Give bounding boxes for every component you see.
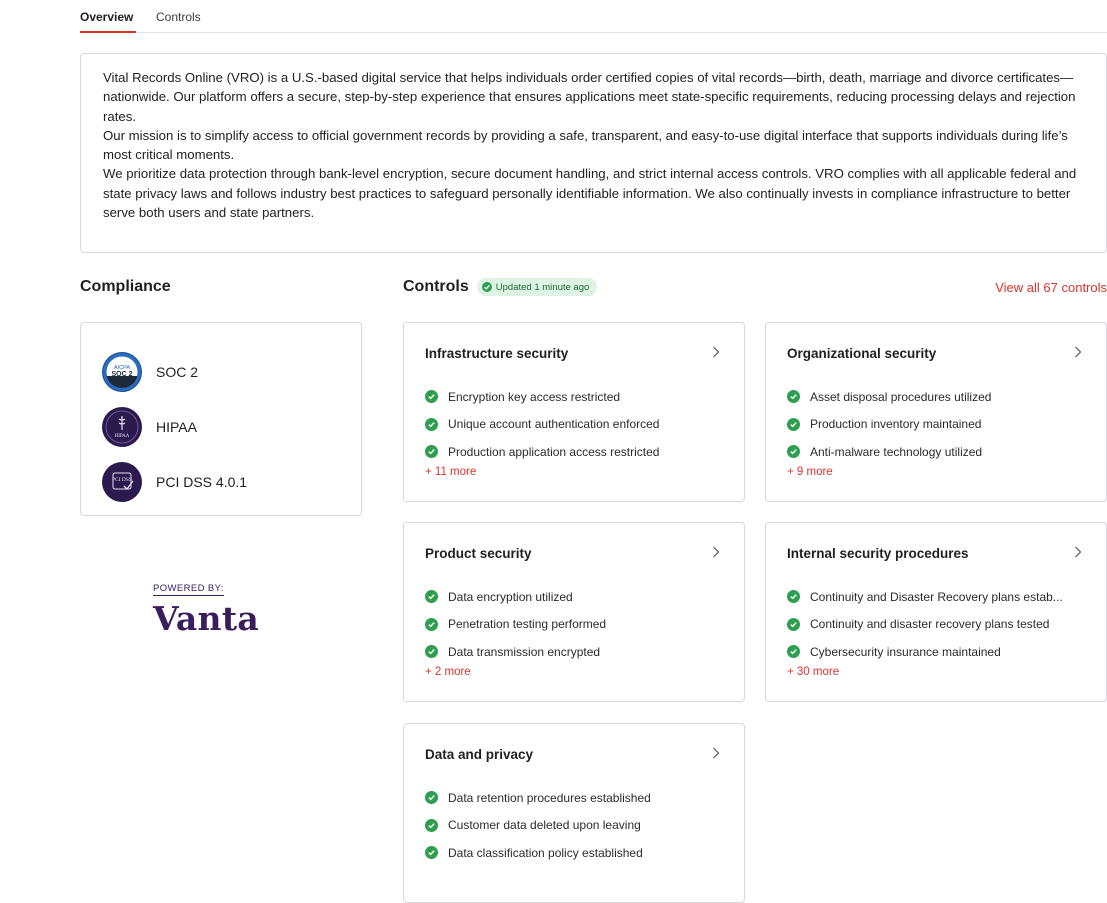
chevron-right-icon <box>713 747 720 759</box>
control-item: Anti-malware technology utilized <box>787 438 1092 466</box>
updated-label: Updated 1 minute ago <box>495 281 590 293</box>
more-controls-link[interactable]: + 11 more <box>425 466 476 478</box>
framework-pci-dss[interactable]: PCI DSS PCI DSS 4.0.1 <box>81 454 361 509</box>
svg-text:PCI DSS: PCI DSS <box>112 477 132 483</box>
chevron-right-icon <box>1075 546 1082 558</box>
check-circle-icon <box>787 617 800 631</box>
svg-text:SOC 2: SOC 2 <box>111 371 132 378</box>
soc2-badge-icon: AICPA SOC 2 <box>102 351 142 392</box>
more-controls-link[interactable]: + 2 more <box>425 666 471 678</box>
framework-soc2[interactable]: AICPA SOC 2 SOC 2 <box>81 344 361 399</box>
control-card-data-and-privacy[interactable]: Data and privacy Data retention procedur… <box>403 723 745 903</box>
control-item: Data classification policy established <box>425 839 730 867</box>
control-card-title: Internal security procedures <box>787 546 969 561</box>
description-paragraph: Our mission is to simplify access to off… <box>103 127 1068 163</box>
control-item: Production inventory maintained <box>787 411 1092 439</box>
check-circle-icon <box>425 590 438 604</box>
control-item: Penetration testing performed <box>425 611 730 639</box>
framework-name: SOC 2 <box>156 363 199 380</box>
check-circle-icon <box>425 390 438 404</box>
control-card-product-security[interactable]: Product security Data encryption utilize… <box>403 522 745 702</box>
control-item-label: Encryption key access restricted <box>448 389 621 404</box>
control-item: Production application access restricted <box>425 438 730 466</box>
control-card-title: Infrastructure security <box>425 346 569 361</box>
check-circle-icon <box>425 818 438 832</box>
svg-text:HIPAA: HIPAA <box>115 434 130 439</box>
updated-status-badge: Updated 1 minute ago <box>476 278 598 296</box>
check-circle-icon <box>787 445 800 459</box>
check-circle-icon <box>787 590 800 604</box>
control-card-title: Organizational security <box>787 346 937 361</box>
check-circle-icon <box>481 282 492 292</box>
framework-hipaa[interactable]: HIPAA HIPAA <box>81 399 361 454</box>
control-item: Encryption key access restricted <box>425 383 730 411</box>
control-item: Data retention procedures established <box>425 784 730 812</box>
control-card-title: Product security <box>425 546 532 561</box>
control-item-label: Cybersecurity insurance maintained <box>810 644 1001 659</box>
more-controls-link[interactable]: + 30 more <box>787 666 839 678</box>
compliance-heading: Compliance <box>80 278 171 295</box>
control-card-title: Data and privacy <box>425 747 534 762</box>
more-controls-link[interactable]: + 9 more <box>787 466 833 478</box>
hipaa-badge-icon: HIPAA <box>102 406 142 447</box>
chevron-right-icon <box>713 546 720 558</box>
check-circle-icon <box>787 417 800 431</box>
check-circle-icon <box>787 390 800 404</box>
control-item-label: Continuity and disaster recovery plans t… <box>810 617 1050 632</box>
compliance-card: AICPA SOC 2 SOC 2 HIPAA HIPAA PCI DSS PC… <box>80 322 362 516</box>
company-description: Vital Records Online (VRO) is a U.S.-bas… <box>80 53 1107 253</box>
chevron-right-icon <box>713 346 720 358</box>
control-card-organizational-security[interactable]: Organizational security Asset disposal p… <box>765 322 1107 502</box>
control-item-label: Data transmission encrypted <box>448 644 601 659</box>
control-item: Data encryption utilized <box>425 583 730 611</box>
powered-by-label: POWERED BY: <box>153 583 224 596</box>
check-circle-icon <box>425 846 438 860</box>
tab-controls[interactable]: Controls <box>156 10 201 33</box>
check-circle-icon <box>425 617 438 631</box>
control-item-label: Anti-malware technology utilized <box>810 444 983 459</box>
powered-by-vanta[interactable]: POWERED BY: Vanta <box>153 578 283 635</box>
control-item-label: Continuity and Disaster Recovery plans e… <box>810 589 1063 604</box>
control-item-label: Production inventory maintained <box>810 417 982 432</box>
check-circle-icon <box>425 791 438 805</box>
control-item: Continuity and Disaster Recovery plans e… <box>787 583 1092 611</box>
control-item-label: Production application access restricted <box>448 444 660 459</box>
control-item: Continuity and disaster recovery plans t… <box>787 611 1092 639</box>
tab-overview[interactable]: Overview <box>80 10 136 33</box>
control-item-label: Penetration testing performed <box>448 617 607 632</box>
check-circle-icon <box>787 645 800 659</box>
control-item: Asset disposal procedures utilized <box>787 383 1092 411</box>
control-card-internal-security-procedures[interactable]: Internal security procedures Continuity … <box>765 522 1107 702</box>
check-circle-icon <box>425 645 438 659</box>
control-item-label: Data encryption utilized <box>448 589 573 604</box>
framework-name: PCI DSS 4.0.1 <box>156 473 248 490</box>
control-item: Data transmission encrypted <box>425 638 730 666</box>
control-item-label: Customer data deleted upon leaving <box>448 818 641 833</box>
control-card-infrastructure-security[interactable]: Infrastructure security Encryption key a… <box>403 322 745 502</box>
check-circle-icon <box>425 445 438 459</box>
framework-name: HIPAA <box>156 418 197 435</box>
view-all-controls-link[interactable]: View all 67 controls <box>995 280 1107 295</box>
chevron-right-icon <box>1075 346 1082 358</box>
tab-bar: Overview Controls <box>80 0 1107 33</box>
vanta-logo: Vanta <box>153 599 260 638</box>
pci-dss-badge-icon: PCI DSS <box>102 461 142 502</box>
control-item-label: Unique account authentication enforced <box>448 417 660 432</box>
description-paragraph: We prioritize data protection through ba… <box>103 166 1077 221</box>
control-item-label: Asset disposal procedures utilized <box>810 389 992 404</box>
check-circle-icon <box>425 417 438 431</box>
description-paragraph: Vital Records Online (VRO) is a U.S.-bas… <box>103 70 1076 124</box>
control-item: Unique account authentication enforced <box>425 411 730 439</box>
controls-heading-row: Controls Updated 1 minute ago <box>403 278 598 296</box>
controls-heading: Controls <box>403 278 469 295</box>
control-item-label: Data classification policy established <box>448 845 643 860</box>
control-item-label: Data retention procedures established <box>448 790 651 805</box>
control-item: Customer data deleted upon leaving <box>425 812 730 840</box>
control-item: Cybersecurity insurance maintained <box>787 638 1092 666</box>
